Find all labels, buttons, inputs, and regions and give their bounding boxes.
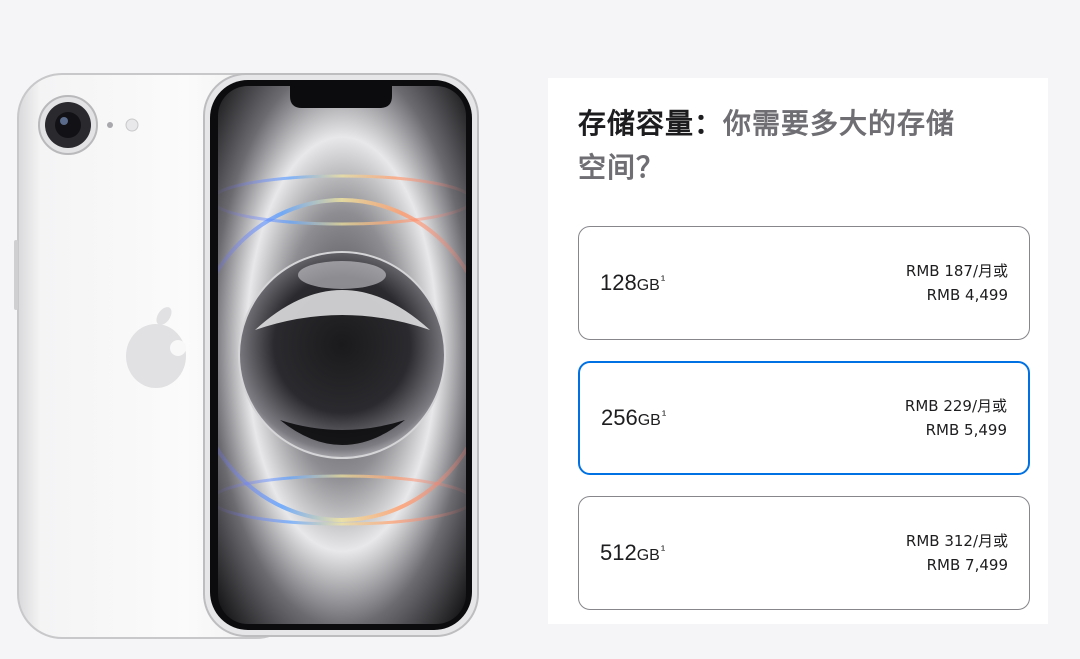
product-image: [0, 0, 500, 659]
storage-size-value: 128: [600, 270, 637, 295]
storage-option-256gb[interactable]: 256GB¹ RMB 229/月或 RMB 5,499: [578, 361, 1030, 475]
storage-size-value: 512: [600, 540, 637, 565]
storage-size-unit: GB: [637, 412, 661, 429]
storage-footnote-marker: ¹: [660, 272, 666, 287]
full-price: RMB 7,499: [926, 556, 1008, 574]
iphone-product-image: [14, 73, 479, 639]
monthly-price: RMB 312/月或: [905, 532, 1008, 550]
storage-size-unit: GB: [636, 547, 660, 564]
storage-option-price: RMB 187/月或 RMB 4,499: [906, 259, 1008, 307]
full-price: RMB 4,499: [926, 286, 1008, 304]
storage-option-price: RMB 312/月或 RMB 7,499: [906, 529, 1008, 577]
storage-footnote-marker: ¹: [661, 407, 667, 422]
monthly-price: RMB 229/月或: [904, 397, 1007, 415]
storage-heading: 存储容量：你需要多大的存储空间？: [578, 102, 978, 190]
storage-selection-page: 存储容量：你需要多大的存储空间？ 128GB¹ RMB 187/月或 RMB 4…: [0, 0, 1080, 659]
storage-size-value: 256: [601, 405, 638, 430]
full-price: RMB 5,499: [925, 421, 1007, 439]
storage-size-unit: GB: [636, 277, 660, 294]
monthly-price: RMB 187/月或: [905, 262, 1008, 280]
storage-option-price: RMB 229/月或 RMB 5,499: [905, 394, 1007, 442]
storage-option-size: 256GB¹: [601, 405, 666, 431]
storage-panel: 存储容量：你需要多大的存储空间？ 128GB¹ RMB 187/月或 RMB 4…: [548, 78, 1048, 624]
storage-footnote-marker: ¹: [660, 542, 666, 557]
storage-option-size: 128GB¹: [600, 270, 665, 296]
storage-option-size: 512GB¹: [600, 540, 665, 566]
storage-option-128gb[interactable]: 128GB¹ RMB 187/月或 RMB 4,499: [578, 226, 1030, 340]
storage-option-512gb[interactable]: 512GB¹ RMB 312/月或 RMB 7,499: [578, 496, 1030, 610]
storage-heading-strong: 存储容量：: [578, 107, 724, 140]
